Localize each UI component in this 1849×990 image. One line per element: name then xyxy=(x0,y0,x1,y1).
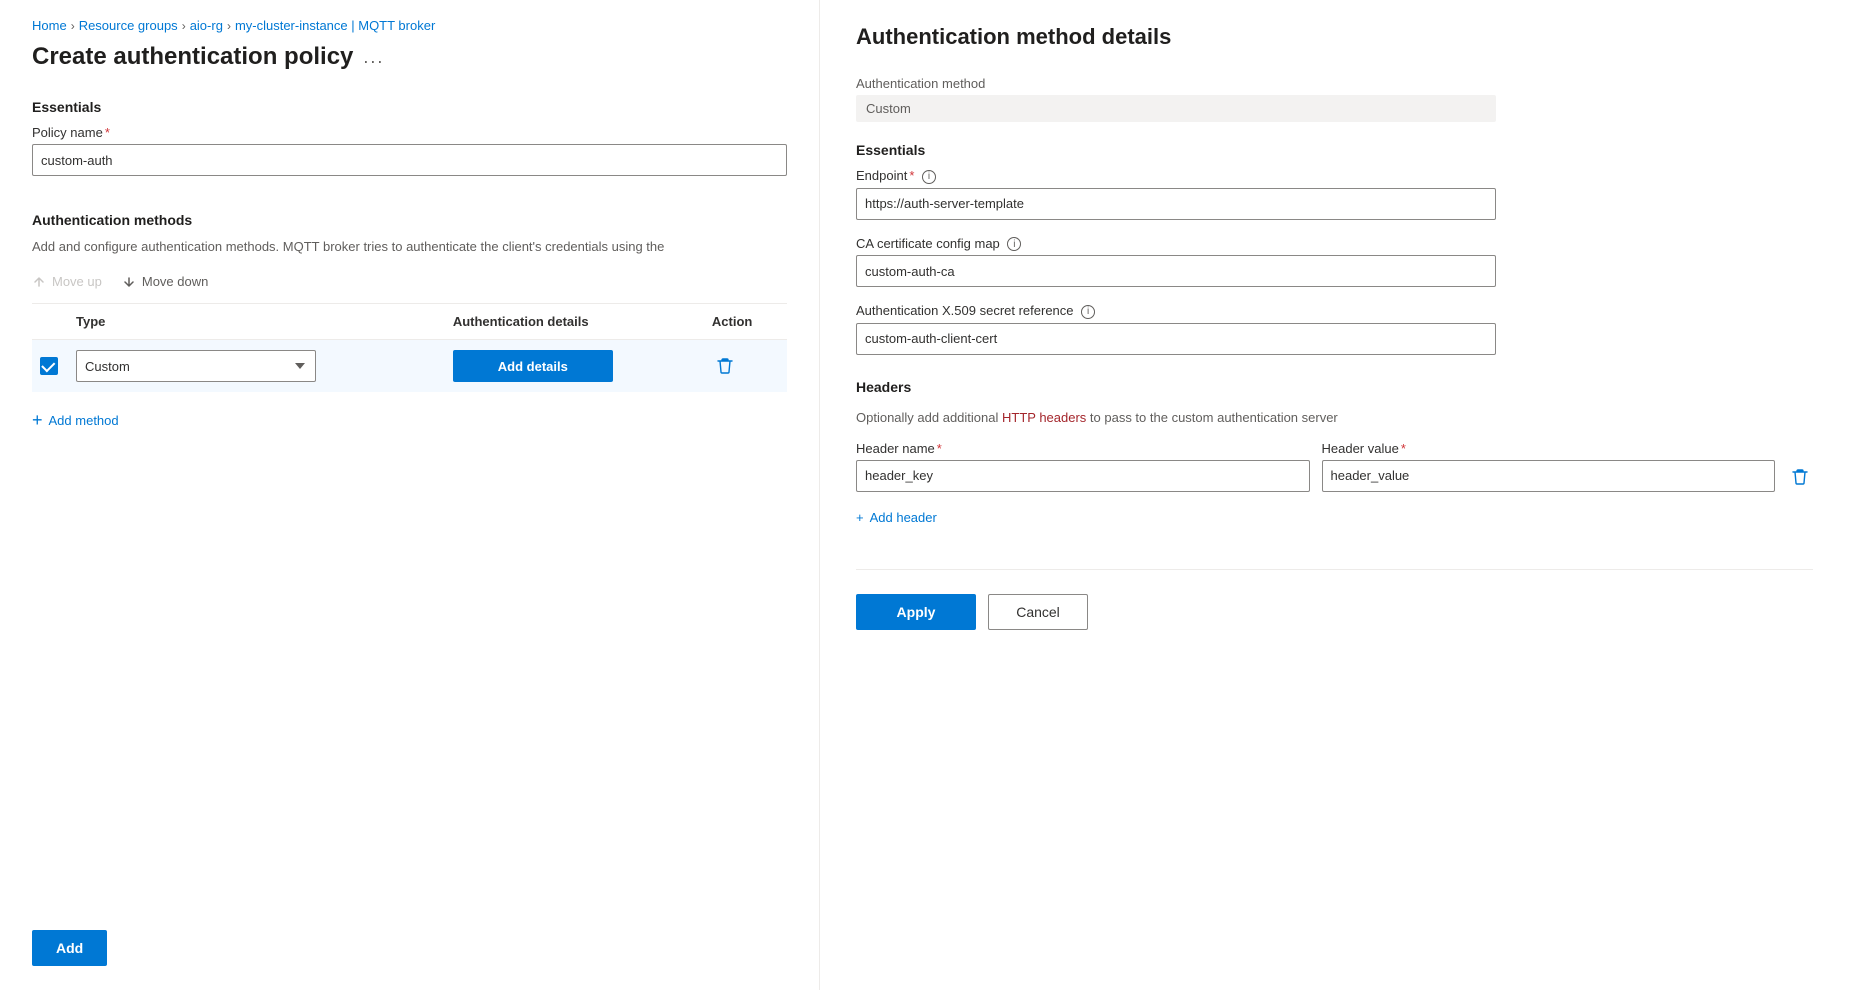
col-type-header: Type xyxy=(68,304,445,340)
essentials-label: Essentials xyxy=(32,99,787,115)
policy-name-required: * xyxy=(105,125,110,140)
auth-x509-label: Authentication X.509 secret reference i xyxy=(856,303,1813,319)
table-header-row: Type Authentication details Action xyxy=(32,304,787,340)
ca-cert-label: CA certificate config map i xyxy=(856,236,1813,252)
breadcrumb-home[interactable]: Home xyxy=(32,18,67,33)
add-header-button[interactable]: + Add header xyxy=(856,506,1813,529)
auth-x509-field-group: Authentication X.509 secret reference i xyxy=(856,303,1813,355)
header-value-label: Header value* xyxy=(1322,441,1776,456)
add-details-button[interactable]: Add details xyxy=(453,350,613,382)
auth-method-value: Custom xyxy=(856,95,1496,122)
auth-methods-table: Type Authentication details Action Custo… xyxy=(32,303,787,392)
header-name-input[interactable] xyxy=(856,460,1310,492)
auth-methods-label: Authentication methods xyxy=(32,212,787,228)
row-action-cell xyxy=(704,340,787,393)
header-name-field: Header name* xyxy=(856,441,1310,492)
row-checkbox[interactable] xyxy=(40,357,58,375)
header-row: Header name* Header value* xyxy=(856,441,1813,492)
move-up-label: Move up xyxy=(52,274,102,289)
apply-button[interactable]: Apply xyxy=(856,594,976,630)
ca-cert-field-group: CA certificate config map i xyxy=(856,236,1813,288)
row-checkbox-cell xyxy=(32,340,68,393)
cancel-button[interactable]: Cancel xyxy=(988,594,1088,630)
breadcrumb-aio-rg[interactable]: aio-rg xyxy=(190,18,223,33)
endpoint-required: * xyxy=(909,168,914,183)
move-controls: Move up Move down xyxy=(32,270,787,293)
ca-cert-info-icon[interactable]: i xyxy=(1007,237,1021,251)
page-title-ellipsis: ... xyxy=(363,47,384,68)
col-checkbox xyxy=(32,304,68,340)
endpoint-field-group: Endpoint* i xyxy=(856,168,1813,220)
breadcrumb-sep-1: › xyxy=(71,19,75,33)
headers-desc: Optionally add additional HTTP headers t… xyxy=(856,409,1813,427)
right-panel: Authentication method details Authentica… xyxy=(820,0,1849,990)
auth-method-label: Authentication method xyxy=(856,76,1813,91)
add-method-plus-icon: + xyxy=(32,410,43,431)
add-button[interactable]: Add xyxy=(32,930,107,966)
policy-name-input[interactable] xyxy=(32,144,787,176)
policy-name-label: Policy name* xyxy=(32,125,787,140)
move-down-button[interactable]: Move down xyxy=(122,270,208,293)
breadcrumb-sep-2: › xyxy=(182,19,186,33)
page-title: Create authentication policy xyxy=(32,43,353,71)
right-panel-bottom: Apply Cancel xyxy=(856,569,1813,630)
delete-header-button[interactable] xyxy=(1787,464,1813,490)
auth-x509-info-icon[interactable]: i xyxy=(1081,305,1095,319)
endpoint-input[interactable] xyxy=(856,188,1496,220)
row-auth-details-cell: Add details xyxy=(445,340,704,393)
page-title-container: Create authentication policy ... xyxy=(32,43,787,71)
header-name-label: Header name* xyxy=(856,441,1310,456)
breadcrumb-sep-3: › xyxy=(227,19,231,33)
auth-methods-desc: Add and configure authentication methods… xyxy=(32,238,787,256)
auth-x509-input[interactable] xyxy=(856,323,1496,355)
right-panel-title: Authentication method details xyxy=(856,24,1813,50)
trash-header-icon xyxy=(1791,468,1809,486)
headers-label: Headers xyxy=(856,379,1813,395)
breadcrumb: Home › Resource groups › aio-rg › my-clu… xyxy=(32,18,787,33)
breadcrumb-resource-groups[interactable]: Resource groups xyxy=(79,18,178,33)
type-select[interactable]: Custom ServiceAccountToken X509 xyxy=(76,350,316,382)
endpoint-label: Endpoint* i xyxy=(856,168,1813,184)
header-value-input[interactable] xyxy=(1322,460,1776,492)
header-name-required: * xyxy=(937,441,942,456)
ca-cert-input[interactable] xyxy=(856,255,1496,287)
endpoint-info-icon[interactable]: i xyxy=(922,170,936,184)
row-type-cell: Custom ServiceAccountToken X509 xyxy=(68,340,445,393)
table-row: Custom ServiceAccountToken X509 Add deta… xyxy=(32,340,787,393)
col-auth-details-header: Authentication details xyxy=(445,304,704,340)
trash-icon xyxy=(716,357,734,375)
auth-methods-section: Authentication methods Add and configure… xyxy=(32,212,787,435)
col-action-header: Action xyxy=(704,304,787,340)
auth-method-display: Authentication method Custom xyxy=(856,76,1813,122)
header-value-field: Header value* xyxy=(1322,441,1776,492)
policy-name-field-group: Policy name* xyxy=(32,125,787,176)
headers-desc-highlight: HTTP headers xyxy=(1002,410,1086,425)
add-method-button[interactable]: + Add method xyxy=(32,406,119,435)
add-header-plus-icon: + xyxy=(856,510,864,525)
delete-row-button[interactable] xyxy=(712,353,738,379)
add-method-label: Add method xyxy=(49,413,119,428)
arrow-up-icon xyxy=(32,275,46,289)
move-down-label: Move down xyxy=(142,274,208,289)
add-header-label: Add header xyxy=(870,510,937,525)
left-panel: Home › Resource groups › aio-rg › my-clu… xyxy=(0,0,820,990)
move-up-button[interactable]: Move up xyxy=(32,270,102,293)
arrow-down-icon xyxy=(122,275,136,289)
right-essentials-label: Essentials xyxy=(856,142,1813,158)
header-value-required: * xyxy=(1401,441,1406,456)
breadcrumb-cluster-instance: my-cluster-instance | MQTT broker xyxy=(235,18,435,33)
